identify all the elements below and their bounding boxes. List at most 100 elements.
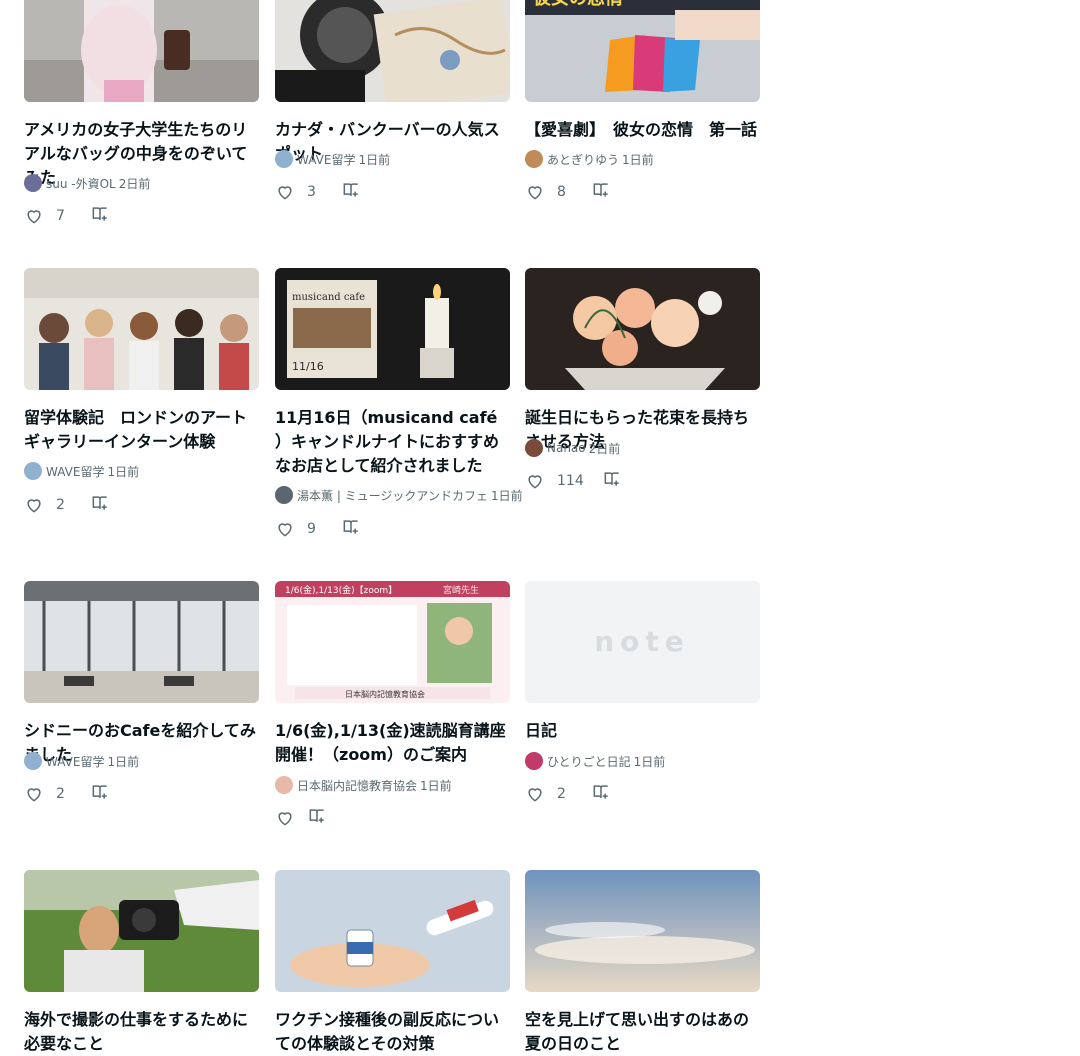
heart-outline-icon xyxy=(27,499,41,513)
article-thumbnail[interactable] xyxy=(24,870,259,992)
article-thumbnail[interactable]: 彼女の恋情 xyxy=(525,0,760,102)
magazine-add-icon xyxy=(92,207,107,221)
article-meta: 湯本薫 | ミュージックアンドカフェ 1日前 xyxy=(275,486,523,504)
creator-name[interactable]: Nanao xyxy=(547,441,586,455)
magazine-add-button[interactable] xyxy=(90,204,110,228)
article-title[interactable]: 11月16日（musicand café ）キャンドルナイトにおすすめなお店とし… xyxy=(275,406,510,478)
like-button[interactable] xyxy=(275,808,295,828)
article-thumbnail[interactable]: note xyxy=(525,581,760,703)
heart-outline-icon xyxy=(27,210,41,224)
heart-outline-icon xyxy=(278,812,292,826)
card-actions: 8 xyxy=(525,180,611,204)
post-time: 1日前 xyxy=(358,152,391,167)
creator-name[interactable]: あとぎりゆう xyxy=(547,151,619,168)
article-thumbnail[interactable] xyxy=(24,268,259,390)
note-article-grid: アメリカの女子大学生たちのリアルなバッグの中身をのぞいてみた suu -外資OL… xyxy=(0,0,1080,1053)
creator-avatar[interactable] xyxy=(24,174,42,192)
magazine-add-button[interactable] xyxy=(591,180,611,204)
like-button[interactable]: 114 xyxy=(525,471,584,491)
like-button[interactable]: 2 xyxy=(24,495,72,515)
post-time: 1日前 xyxy=(107,464,140,479)
article-thumbnail[interactable] xyxy=(525,268,760,390)
magazine-add-icon xyxy=(343,183,358,197)
like-count: 7 xyxy=(56,208,65,224)
banner-header: 1/6(金),1/13(金)【zoom】 xyxy=(285,584,397,596)
like-button[interactable]: 9 xyxy=(275,519,323,539)
creator-avatar[interactable] xyxy=(24,462,42,480)
article-thumbnail[interactable]: musicand cafe 11/16 xyxy=(275,268,510,390)
card-actions: 9 xyxy=(275,517,361,541)
like-count: 2 xyxy=(557,786,566,802)
card-actions: 2 xyxy=(24,782,110,806)
creator-name[interactable]: WAVE留学 xyxy=(297,151,355,168)
card-actions: 114 xyxy=(525,469,622,493)
magazine-add-button[interactable] xyxy=(307,806,327,830)
article-meta: ひとりごと日記 1日前 xyxy=(525,752,665,770)
article-meta: Nanao 2日前 xyxy=(525,439,620,457)
like-button[interactable]: 2 xyxy=(24,784,72,804)
creator-name[interactable]: WAVE留学 xyxy=(46,753,104,770)
post-time: 1日前 xyxy=(633,754,666,769)
like-count: 2 xyxy=(56,786,65,802)
heart-outline-icon xyxy=(27,788,41,802)
magazine-add-button[interactable] xyxy=(90,493,110,517)
article-thumbnail[interactable]: 1/6(金),1/13(金)【zoom】 宮崎先生 日本脳内記憶教育協会 xyxy=(275,581,510,703)
like-count: 3 xyxy=(307,184,316,200)
magazine-add-icon xyxy=(343,520,358,534)
creator-avatar[interactable] xyxy=(525,752,543,770)
article-thumbnail[interactable] xyxy=(275,0,510,102)
magazine-add-button[interactable] xyxy=(90,782,110,806)
creator-avatar[interactable] xyxy=(525,150,543,168)
post-time: 1日前 xyxy=(490,488,523,503)
poster-date: 11/16 xyxy=(292,360,324,373)
creator-avatar[interactable] xyxy=(525,439,543,457)
card-actions xyxy=(275,806,327,830)
article-meta: WAVE留学 1日前 xyxy=(24,462,139,480)
article-thumbnail[interactable] xyxy=(275,870,510,992)
creator-avatar[interactable] xyxy=(275,150,293,168)
like-count: 9 xyxy=(307,521,316,537)
heart-outline-icon xyxy=(528,186,542,200)
article-title[interactable]: 日記 xyxy=(525,719,760,743)
article-title[interactable]: ワクチン接種後の副反応についての体験談とその対策 xyxy=(275,1008,510,1056)
magazine-add-icon xyxy=(309,809,324,823)
article-title[interactable]: 1/6(金),1/13(金)速読脳育講座開催！（zoom）のご案内 xyxy=(275,719,510,767)
article-thumbnail[interactable] xyxy=(24,0,259,102)
creator-name[interactable]: suu -外資OL xyxy=(46,175,116,192)
card-actions: 7 xyxy=(24,204,110,228)
creator-avatar[interactable] xyxy=(24,752,42,770)
like-button[interactable]: 2 xyxy=(525,784,573,804)
article-meta: WAVE留学 1日前 xyxy=(275,150,390,168)
note-logo-placeholder: note xyxy=(594,625,690,658)
article-thumbnail[interactable] xyxy=(24,581,259,703)
article-meta: 日本脳内記憶教育協会 1日前 xyxy=(275,776,452,794)
creator-avatar[interactable] xyxy=(275,486,293,504)
creator-avatar[interactable] xyxy=(275,776,293,794)
card-actions: 2 xyxy=(525,782,611,806)
banner-teacher: 宮崎先生 xyxy=(443,584,479,596)
banner-org: 日本脳内記憶教育協会 xyxy=(345,689,425,699)
like-button[interactable]: 8 xyxy=(525,182,573,202)
card-actions: 3 xyxy=(275,180,361,204)
creator-name[interactable]: 日本脳内記憶教育協会 xyxy=(297,777,417,794)
article-title[interactable]: 留学体験記 ロンドンのアートギャラリーインターン体験 xyxy=(24,406,259,454)
like-button[interactable]: 7 xyxy=(24,206,72,226)
magazine-add-button[interactable] xyxy=(341,517,361,541)
card-actions: 2 xyxy=(24,493,110,517)
heart-outline-icon xyxy=(528,788,542,802)
magazine-add-button[interactable] xyxy=(591,782,611,806)
creator-name[interactable]: ひとりごと日記 xyxy=(547,753,631,770)
magazine-add-icon xyxy=(593,183,608,197)
article-title[interactable]: 空を見上げて思い出すのはあの夏の日のこと xyxy=(525,1008,760,1056)
article-thumbnail[interactable] xyxy=(525,870,760,992)
article-title[interactable]: 【愛喜劇】 彼女の恋情 第一話 xyxy=(525,118,760,142)
magazine-add-button[interactable] xyxy=(341,180,361,204)
creator-name[interactable]: 湯本薫 | ミュージックアンドカフェ xyxy=(297,487,488,504)
heart-outline-icon xyxy=(528,475,542,489)
creator-name[interactable]: WAVE留学 xyxy=(46,463,104,480)
like-button[interactable]: 3 xyxy=(275,182,323,202)
magazine-add-icon xyxy=(92,785,107,799)
magazine-add-button[interactable] xyxy=(602,469,622,493)
article-title[interactable]: 海外で撮影の仕事をするために必要なこと xyxy=(24,1008,259,1056)
like-count: 8 xyxy=(557,184,566,200)
